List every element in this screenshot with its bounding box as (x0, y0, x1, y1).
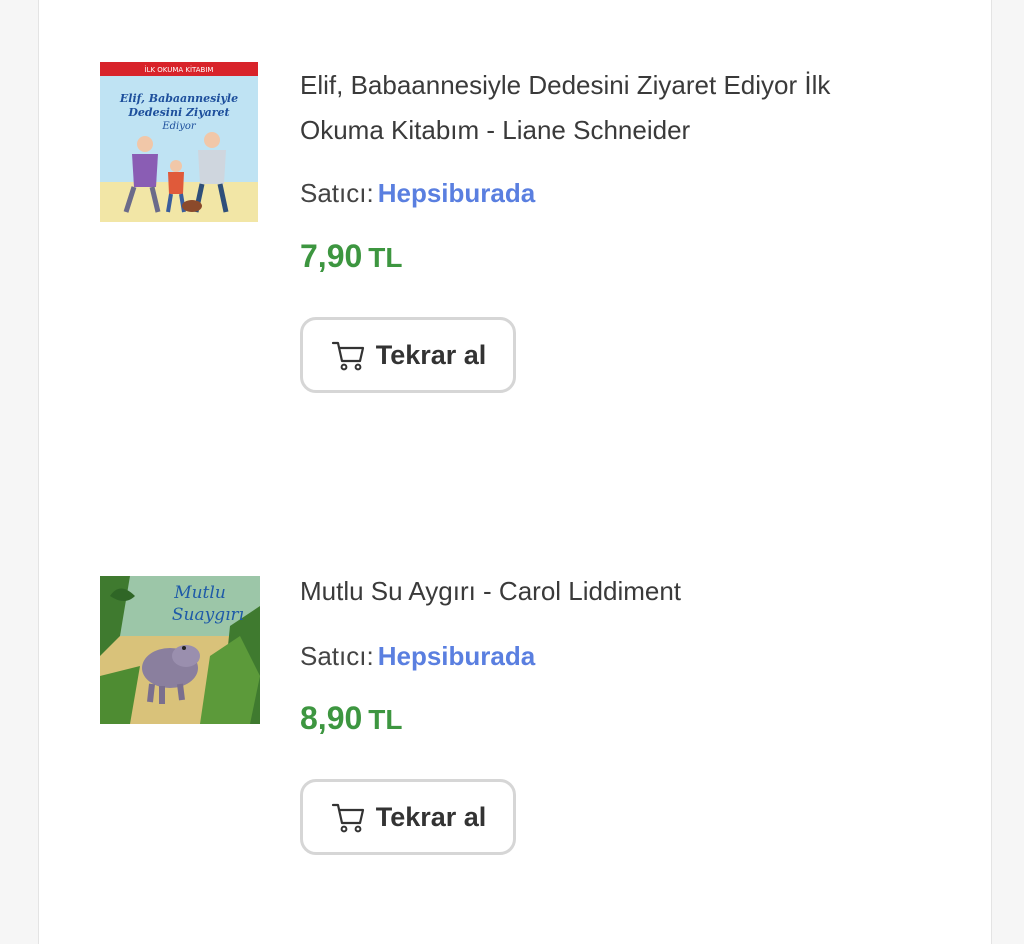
cover-title-line1: Mutlu (173, 583, 226, 603)
product-price: 8,90 TL (300, 700, 403, 738)
cover-title-line2: Suaygırı (172, 605, 244, 625)
product-title[interactable]: Elif, Babaannesiyle Dedesini Ziyaret Edi… (300, 63, 900, 153)
product-image[interactable]: İLK OKUMA KİTABIM Elif, Babaannesiyle De… (100, 62, 258, 222)
seller-info: Satıcı: Hepsiburada (300, 640, 535, 672)
order-list-panel: İLK OKUMA KİTABIM Elif, Babaannesiyle De… (38, 0, 992, 944)
seller-name-link[interactable]: Hepsiburada (378, 641, 536, 671)
seller-label: Satıcı: (300, 641, 374, 671)
price-currency: TL (368, 704, 403, 735)
price-currency: TL (368, 242, 403, 273)
product-image[interactable]: Mutlu Suaygırı (100, 576, 260, 724)
cover-banner-text: İLK OKUMA KİTABIM (145, 65, 214, 74)
buy-again-label: Tekrar al (375, 339, 487, 370)
seller-name-link[interactable]: Hepsiburada (378, 178, 536, 208)
shopping-cart-icon (330, 799, 366, 835)
cover-title-line2: Dedesini Ziyaret (127, 106, 229, 119)
product-price: 7,90 TL (300, 238, 403, 276)
seller-label: Satıcı: (300, 178, 374, 208)
cover-title-line3: Ediyor (161, 121, 197, 132)
cover-title-line1: Elif, Babaannesiyle (119, 92, 238, 105)
buy-again-button[interactable]: Tekrar al (300, 779, 516, 855)
buy-again-label: Tekrar al (375, 801, 487, 832)
seller-info: Satıcı: Hepsiburada (300, 177, 535, 209)
price-value: 8,90 (300, 700, 363, 736)
price-value: 7,90 (300, 238, 363, 274)
shopping-cart-icon (330, 337, 366, 373)
product-title[interactable]: Mutlu Su Aygırı - Carol Liddiment (300, 569, 900, 614)
buy-again-button[interactable]: Tekrar al (300, 317, 516, 393)
